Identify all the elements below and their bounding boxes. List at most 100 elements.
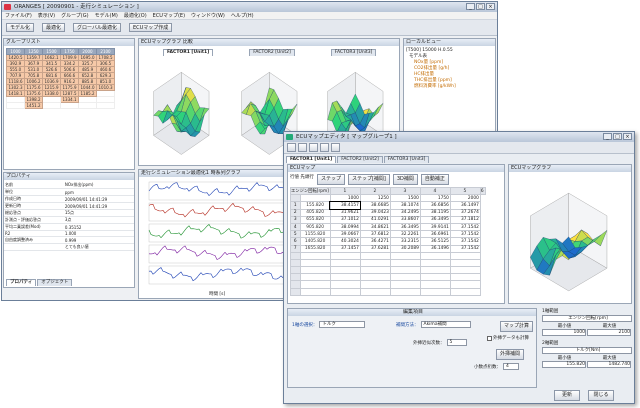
grid-row[interactable]: 1 155.820 38.4157 38.6685 38.1074 36.6856 36.1… xyxy=(289,200,486,211)
axis-select-dropdown[interactable]: トルク xyxy=(319,321,366,328)
menu-window[interactable]: ウィンドウ(W) xyxy=(191,12,225,19)
grid-cell[interactable]: 34.2495 xyxy=(389,208,421,217)
axis1-min-input[interactable]: 1000 xyxy=(542,329,586,336)
tab-properties[interactable]: プロパティ xyxy=(6,279,37,286)
group-cell[interactable]: 1420.5 xyxy=(6,54,25,61)
grid-cell[interactable]: 36.1496 xyxy=(419,244,451,253)
grid-cell[interactable]: 36.5125 xyxy=(419,237,451,246)
map-calc-button[interactable]: マップ計算 xyxy=(500,321,534,332)
copy-icon[interactable] xyxy=(320,143,329,152)
group-cell[interactable] xyxy=(78,102,97,109)
outer-interp-button[interactable]: 外挿補間 xyxy=(496,349,525,360)
axis2-max-input[interactable]: 1482.740 xyxy=(587,361,631,368)
group-cell[interactable]: 1006.2 xyxy=(24,78,43,85)
grid-cell[interactable]: 36.1497 xyxy=(449,201,481,210)
grid-axis-value[interactable]: 1250 xyxy=(359,194,391,203)
global-optimize-button[interactable]: グローバル最適化 xyxy=(73,23,121,32)
group-cell[interactable]: 1359.7 xyxy=(24,54,43,61)
outer-count-input[interactable]: 5 xyxy=(446,339,467,346)
grid-cell[interactable]: 36.6961 xyxy=(419,230,451,239)
grid-cell[interactable]: 36.4271 xyxy=(359,237,391,246)
grid-cell[interactable]: 40.3024 xyxy=(329,237,361,246)
grid-cell[interactable]: 36.3495 xyxy=(419,215,451,224)
grid-axis-cell[interactable]: 1155.820 xyxy=(300,230,331,239)
tab-objects[interactable]: オブジェクト xyxy=(37,279,73,286)
group-cell[interactable] xyxy=(6,102,25,109)
group-row[interactable]: 1451.2 xyxy=(6,102,115,109)
group-cell[interactable]: 1375.6 xyxy=(24,90,43,97)
group-cell[interactable]: 1451.2 xyxy=(24,102,43,109)
grid-cell[interactable]: 32.2261 xyxy=(389,230,421,239)
grid-cell[interactable]: 31.9621 xyxy=(329,208,361,217)
grid-cell[interactable]: 37.1542 xyxy=(449,230,481,239)
maximize-icon[interactable]: □ xyxy=(476,3,485,10)
grid-cell[interactable]: 37.1542 xyxy=(449,237,481,246)
grid-axis-value[interactable]: 1000 xyxy=(329,194,361,203)
editor-tab-factor3[interactable]: FACTOR3 [Unit3] xyxy=(383,156,430,163)
close-button[interactable]: 閉じる xyxy=(588,390,614,401)
group-cell[interactable] xyxy=(42,102,61,109)
3d-interp-button[interactable]: 3D補間 xyxy=(392,174,418,185)
group-cell[interactable] xyxy=(60,102,79,109)
tab-factor1[interactable]: FACTOR1 [Unit1] xyxy=(163,49,214,56)
modeling-button[interactable]: モデル化 xyxy=(6,23,35,32)
group-cell[interactable]: 1118.6 xyxy=(6,78,25,85)
new-icon[interactable] xyxy=(287,143,296,152)
tab-factor2[interactable]: FACTOR2 [Unit2] xyxy=(249,49,295,56)
grid-row[interactable]: 5 1155.820 39.0667 37.6812 32.2261 36.6961 37.… xyxy=(289,230,486,239)
minimize-icon[interactable]: _ xyxy=(466,3,475,10)
group-cell[interactable]: 1044.0 xyxy=(78,84,97,91)
grid-cell[interactable]: 37.2674 xyxy=(449,208,481,217)
step-button[interactable]: ステップ xyxy=(316,174,345,185)
grid-cell[interactable]: 38.6685 xyxy=(359,201,391,210)
grid-cell[interactable]: 37.1457 xyxy=(329,244,361,253)
menu-group[interactable]: グループ(G) xyxy=(61,12,88,19)
grid-row[interactable]: 2 405.820 31.9621 39.0423 34.2495 38.1195 37.2… xyxy=(289,208,486,217)
interp-dropdown[interactable]: Akima補間 xyxy=(420,321,471,328)
grid-cell[interactable]: 39.0667 xyxy=(329,230,361,239)
grid-cell[interactable]: 37.1812 xyxy=(449,215,481,224)
grid-cell[interactable]: 37.1542 xyxy=(449,244,481,253)
auto-correct-button[interactable]: 自動補正 xyxy=(420,174,449,185)
grid-axis-value[interactable]: 1750 xyxy=(419,194,451,203)
grid-cell[interactable]: 34.8621 xyxy=(359,222,391,232)
ecu-map-create-button[interactable]: ECUマップ作成 xyxy=(128,23,173,32)
grid-cell[interactable]: 33.2315 xyxy=(389,237,421,246)
group-cell[interactable]: 1708.5 xyxy=(96,54,115,61)
grid-axis-cell[interactable]: 905.820 xyxy=(300,222,331,232)
group-cell[interactable]: 1334.1 xyxy=(60,96,79,103)
editor-tab-factor1[interactable]: FACTOR1 [Unit1] xyxy=(286,156,337,163)
save-icon[interactable] xyxy=(309,143,318,152)
group-cell[interactable]: 1215.9 xyxy=(42,84,61,91)
update-button[interactable]: 更新 xyxy=(554,390,580,401)
grid-axis-cell[interactable]: 155.820 xyxy=(300,201,331,210)
grid-row[interactable]: 7 1655.820 37.1457 37.6281 30.2089 36.1496 37.… xyxy=(289,244,486,253)
outer-calc-checkbox[interactable] xyxy=(487,335,492,341)
grid-row-header[interactable]: 4 xyxy=(289,222,302,232)
grid-cell[interactable]: 38.4157 xyxy=(329,200,362,211)
grid-axis-value[interactable] xyxy=(300,194,331,203)
grid-axis-cell[interactable]: 1405.820 xyxy=(300,237,331,246)
axis2-min-input[interactable]: 155.820 xyxy=(542,361,586,368)
group-cell[interactable]: 1010.3 xyxy=(96,84,115,91)
grid-row-header[interactable]: 2 xyxy=(289,208,302,217)
menu-optimize[interactable]: 最適化(O) xyxy=(124,12,147,19)
menu-view[interactable]: 表示(V) xyxy=(38,12,55,19)
grid-cell[interactable]: 41.0291 xyxy=(359,215,391,224)
grid-row-header[interactable]: 1 xyxy=(289,201,302,210)
grid-cell[interactable]: 37.6281 xyxy=(359,244,391,253)
grid-axis-cell[interactable]: 1655.820 xyxy=(300,244,331,253)
menu-model[interactable]: モデル(M) xyxy=(95,12,118,19)
group-cell[interactable]: 1185.2 xyxy=(78,90,97,97)
grid-cell[interactable]: 33.8607 xyxy=(389,215,421,224)
editor-tab-factor2[interactable]: FACTOR2 [Unit2] xyxy=(337,156,383,163)
close-icon[interactable]: × xyxy=(486,3,495,10)
tree-item-fuel[interactable]: 燃料消費率 [g/kWh] xyxy=(406,84,493,90)
editor-minimize-icon[interactable]: _ xyxy=(603,133,612,140)
grid-cell[interactable]: 37.1012 xyxy=(329,215,361,224)
grid-cell[interactable]: 38.1195 xyxy=(419,208,451,217)
grid-cell[interactable]: 36.3495 xyxy=(389,222,421,232)
grid-axis-cell[interactable]: 405.820 xyxy=(300,208,331,217)
group-cell[interactable]: 1175.9 xyxy=(60,84,79,91)
decimal-input[interactable]: 4 xyxy=(503,363,519,370)
